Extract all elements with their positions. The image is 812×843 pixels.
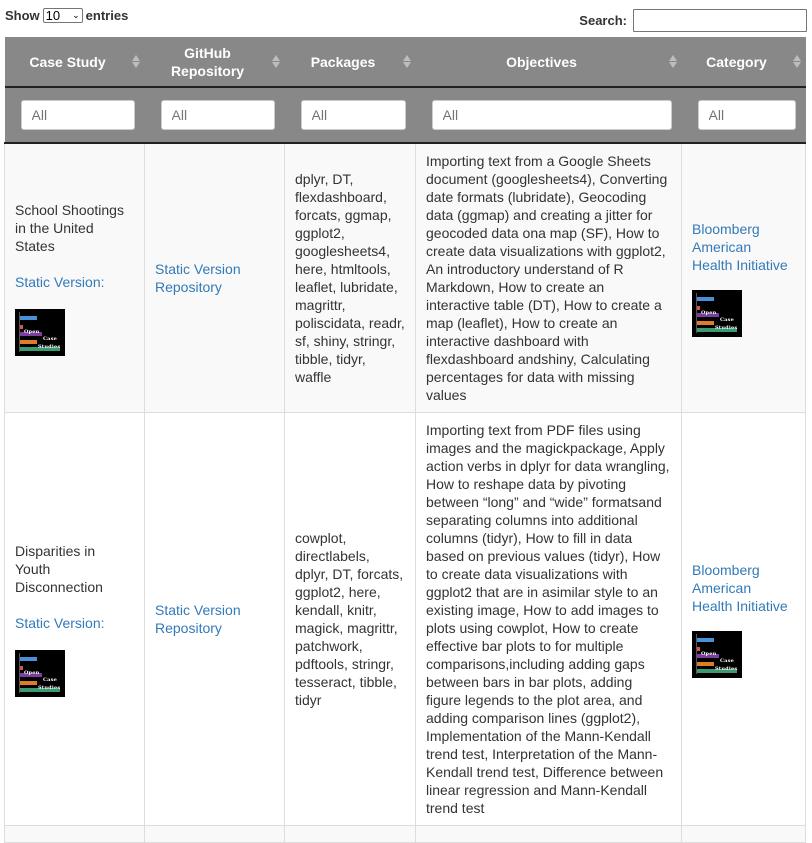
header-row: Case Study GitHub Repository Packages Ob… [4,37,806,88]
open-case-studies-logo[interactable]: Open Case Studies [692,630,742,678]
repository-link[interactable]: Static Version Repository [155,602,241,636]
category-link[interactable]: Bloomberg American Health Initiative [692,562,788,614]
static-version-link[interactable]: Static Version: [15,615,105,631]
filter-input-category[interactable] [697,100,796,130]
page-length-control: Show 10 ⌄ entries [5,8,128,23]
length-suffix-label: entries [85,8,129,23]
cell-repository: Static Version Repository [144,142,285,413]
column-header-label: Case Study [29,53,106,70]
table-row [4,825,806,843]
case-studies-table: Case Study GitHub Repository Packages Ob… [4,37,806,843]
search-input[interactable] [633,9,807,32]
page-length-value: 10 [45,8,61,23]
logo-text: Studies [38,684,61,691]
sort-icon [668,55,677,69]
cell-repository [144,825,285,843]
column-header-case-study[interactable]: Case Study [4,37,145,88]
length-prefix-label: Show [5,8,40,23]
table-controls: Show 10 ⌄ entries Search: [0,0,812,38]
table-row: Disparities in Youth Disconnection Stati… [4,412,806,826]
filter-cell [144,87,285,144]
repository-link[interactable]: Static Version Repository [155,261,241,295]
category-link[interactable]: Bloomberg American Health Initiative [692,221,788,273]
static-version-link[interactable]: Static Version: [15,274,105,290]
column-header-label: Category [706,53,767,70]
cell-packages: cowplot, directlabels, dplyr, DT, forcat… [284,412,416,826]
column-header-packages[interactable]: Packages [284,37,416,88]
column-header-github-repository[interactable]: GitHub Repository [144,37,285,88]
filter-cell [284,87,416,144]
cell-case-study: Disparities in Youth Disconnection Stati… [4,412,145,826]
logo-text: Studies [715,324,738,331]
filter-input-packages[interactable] [300,100,406,130]
case-study-title: Disparities in Youth Disconnection [15,542,103,595]
open-case-studies-logo[interactable]: Open Case Studies [692,289,742,337]
table-row: School Shootings in the United States St… [4,142,806,413]
column-header-objectives[interactable]: Objectives [415,37,682,88]
filter-cell [681,87,806,144]
cell-case-study: School Shootings in the United States St… [4,142,145,413]
filter-row [4,87,806,144]
filter-cell [4,87,145,144]
cell-category [681,825,806,843]
cell-objectives [415,825,682,843]
cell-objectives: Importing text from a Google Sheets docu… [415,142,682,413]
cell-packages: dplyr, DT, flexdashboard, forcats, ggmap… [284,142,416,413]
sort-icon [402,55,411,69]
column-header-label: Packages [310,53,376,70]
cell-objectives: Importing text from PDF files using imag… [415,412,682,826]
page-length-select[interactable]: 10 ⌄ [42,8,83,23]
chevron-down-icon: ⌄ [72,10,80,20]
search-label: Search: [579,13,627,28]
column-header-category[interactable]: Category [681,37,806,88]
open-case-studies-logo[interactable]: Open Case Studies [15,308,65,356]
column-header-label: Objectives [506,53,577,70]
case-study-title: School Shootings in the United States [15,201,124,254]
filter-input-case-study[interactable] [20,100,135,130]
open-case-studies-logo[interactable]: Open Case Studies [15,649,65,697]
sort-icon [271,55,280,69]
filter-input-objectives[interactable] [431,100,672,130]
cell-repository: Static Version Repository [144,412,285,826]
logo-text: Studies [715,665,738,672]
cell-case-study [4,825,145,843]
cell-packages [284,825,416,843]
logo-text: Studies [38,343,61,350]
search-control: Search: [579,9,807,32]
filter-input-github-repository[interactable] [160,100,275,130]
filter-cell [415,87,682,144]
sort-icon [792,55,801,69]
cell-category: Bloomberg American Health Initiative Ope… [681,412,806,826]
sort-icon [131,55,140,69]
column-header-label: GitHub Repository [170,44,245,79]
cell-category: Bloomberg American Health Initiative Ope… [681,142,806,413]
